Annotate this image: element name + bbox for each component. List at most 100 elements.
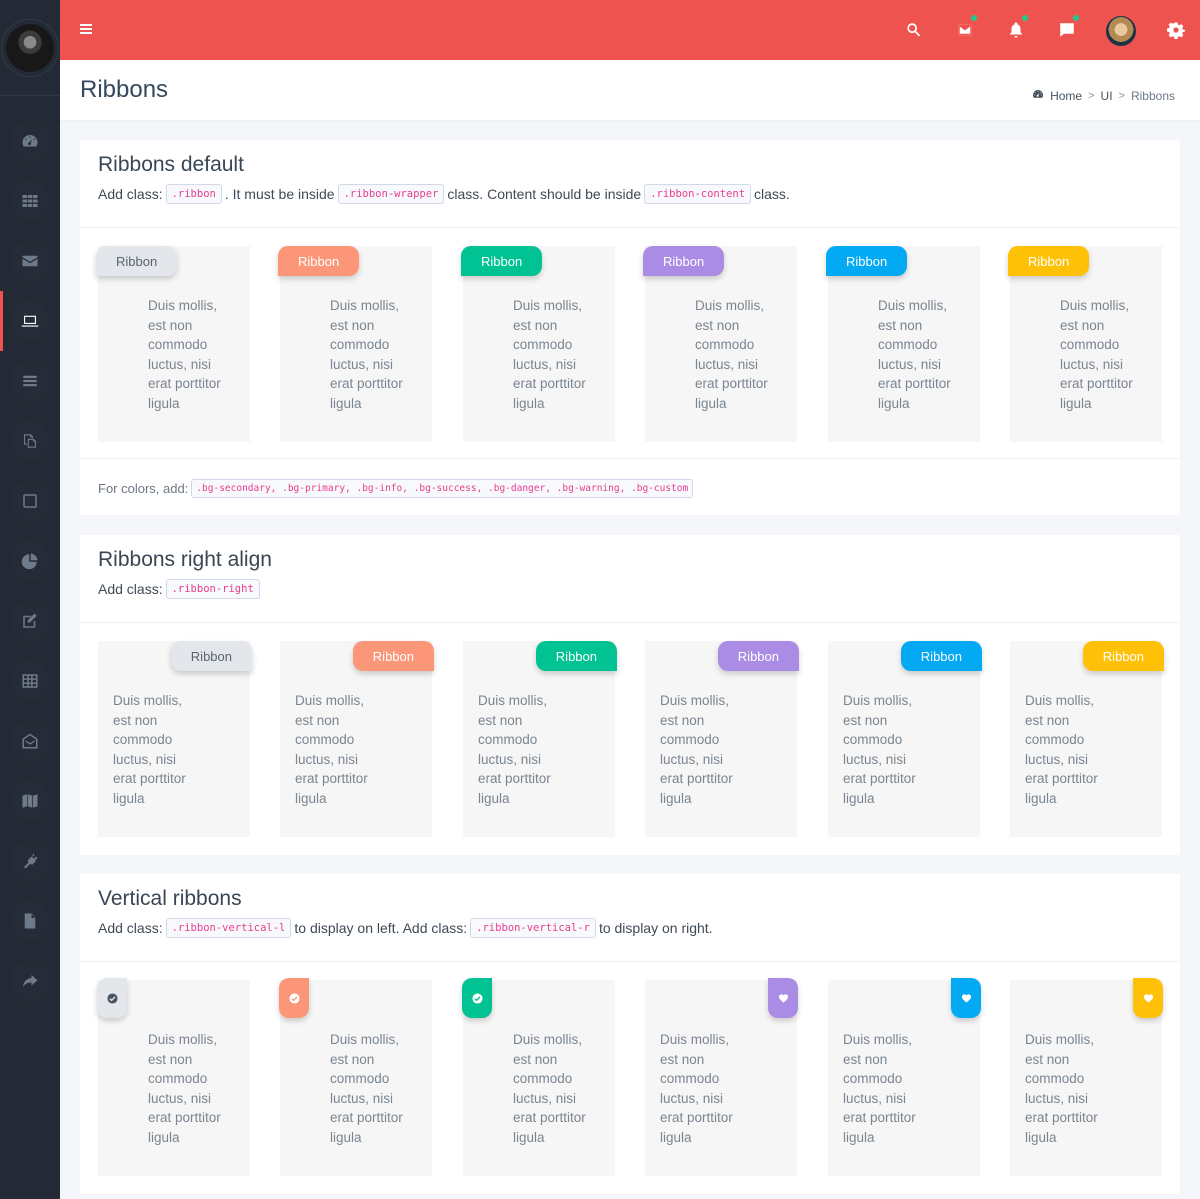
desc-text: class.	[754, 186, 790, 202]
content-line: commodo	[660, 1071, 720, 1087]
sidebar-icon-bg	[10, 121, 50, 161]
hamburger-icon[interactable]	[80, 24, 92, 36]
check-circle-icon	[471, 992, 483, 1004]
sidebar-item-plug[interactable]	[0, 831, 60, 891]
ribbon-content: Duis mollis, est non commodo luctus, nisi er…	[1025, 691, 1135, 809]
ribbon-content: Duis mollis, est non commodo luctus, nisi er…	[1060, 296, 1170, 414]
ribbon-primary: Ribbon	[278, 246, 360, 276]
content-line: est non	[878, 317, 923, 333]
gear-icon[interactable]	[1164, 18, 1188, 42]
ribbon-primary: Ribbon	[352, 641, 434, 671]
content-line: Duis mollis,	[1025, 1032, 1095, 1047]
sidebar-item-square[interactable]	[0, 471, 60, 531]
ribbon-wrapper: Ribbon Duis mollis, est non commodo luctus, …	[828, 641, 982, 837]
sidebar-item-list[interactable]	[0, 351, 60, 411]
code-snippet: .bg-secondary, .bg-primary, .bg-info, .b…	[191, 479, 694, 498]
ribbon-wrapper: Duis mollis, est non commodo luctus, nisi er…	[645, 978, 798, 1176]
plug-icon	[24, 853, 38, 869]
dashboard-icon	[1032, 88, 1044, 103]
content-line: erat porttitor	[330, 376, 403, 392]
content-line: luctus, nisi	[113, 751, 177, 767]
code-snippet: .ribbon-content	[644, 184, 752, 204]
envelope-icon	[22, 255, 38, 267]
ribbon-wrapper: Duis mollis, est non commodo luctus, nisi er…	[828, 978, 981, 1176]
sidebar	[0, 0, 60, 1199]
mail-notification-dot	[971, 15, 977, 21]
profile-avatar-ring[interactable]	[1, 18, 59, 77]
ribbon-wrapper: Ribbon Duis mollis, est non commodo luctus, …	[463, 641, 617, 837]
ribbon-wrapper: Ribbon Duis mollis, est non commodo luctus, …	[280, 641, 434, 837]
breadcrumb-ui[interactable]: UI	[1101, 89, 1113, 103]
content-line: erat porttitor	[660, 771, 733, 787]
ribbons-vertical-card: Vertical ribbons Add class: .ribbon-vert…	[80, 874, 1180, 1194]
sidebar-item-file[interactable]	[0, 891, 60, 951]
ribbon-content: Duis mollis, est non commodo luctus, nisi er…	[148, 1030, 258, 1148]
sidebar-item-envelope-open[interactable]	[0, 711, 60, 771]
sidebar-icon-bg	[10, 601, 50, 641]
sidebar-item-copy[interactable]	[0, 411, 60, 471]
vertical-ribbon-warning	[1133, 978, 1163, 1018]
content-line: ligula	[1025, 790, 1057, 806]
sidebar-item-laptop[interactable]	[0, 291, 60, 351]
breadcrumb-home[interactable]: Home	[1050, 89, 1082, 103]
content-line: erat porttitor	[513, 1110, 586, 1126]
ribbons-right-card: Ribbons right align Add class: .ribbon-r…	[80, 535, 1180, 855]
file-icon	[24, 913, 36, 929]
ribbon-wrapper: Ribbon Duis mollis, est non commodo luctus, …	[461, 246, 615, 442]
sidebar-icon-bg	[10, 421, 50, 461]
envelope-open-icon	[22, 733, 38, 749]
sidebar-item-envelope[interactable]	[0, 231, 60, 291]
user-avatar[interactable]	[1106, 16, 1136, 46]
sidebar-icon-bg	[10, 541, 50, 581]
sidebar-icon-bg	[10, 481, 50, 521]
content-line: Duis mollis,	[1025, 693, 1095, 708]
content-line: ligula	[843, 1129, 875, 1145]
content-line: ligula	[113, 790, 145, 806]
content-line: Duis mollis,	[330, 298, 400, 313]
content-line: est non	[1025, 712, 1070, 728]
content-line: est non	[1025, 1051, 1070, 1067]
sidebar-item-dashboard[interactable]	[0, 111, 60, 171]
desc-text: Add class:	[98, 581, 163, 597]
content-line: luctus, nisi	[330, 356, 394, 372]
bell-notification-dot	[1022, 15, 1028, 21]
content-line: ligula	[1060, 395, 1092, 411]
bell-icon[interactable]	[1004, 15, 1028, 42]
ribbon-wrapper: Duis mollis, est non commodo luctus, nisi er…	[97, 978, 250, 1176]
content-line: est non	[513, 1051, 558, 1067]
sidebar-icon-bg	[10, 361, 50, 401]
code-snippet: .ribbon-right	[165, 579, 260, 599]
ribbon-content: Duis mollis, est non commodo luctus, nisi er…	[660, 1030, 770, 1148]
content-line: luctus, nisi	[878, 356, 942, 372]
sidebar-icon-bg	[10, 841, 50, 881]
sidebar-item-map[interactable]	[0, 771, 60, 831]
sidebar-item-pie-chart[interactable]	[0, 531, 60, 591]
chat-icon[interactable]	[1055, 15, 1079, 42]
content-line: erat porttitor	[330, 1110, 403, 1126]
content-line: Duis mollis,	[295, 693, 365, 708]
sidebar-item-share[interactable]	[0, 951, 60, 1011]
content-line: est non	[330, 1051, 375, 1067]
ribbon-success: Ribbon	[461, 246, 543, 276]
content-line: est non	[295, 712, 340, 728]
sidebar-item-apps-grid[interactable]	[0, 171, 60, 231]
ribbon-wrapper: Duis mollis, est non commodo luctus, nisi er…	[279, 978, 432, 1176]
content-line: commodo	[295, 732, 355, 748]
content-line: luctus, nisi	[1025, 1090, 1089, 1106]
sidebar-item-table[interactable]	[0, 651, 60, 711]
mail-icon[interactable]	[953, 15, 977, 42]
ribbon-row: Ribbon Duis mollis, est non commodo luctus, …	[98, 641, 1164, 837]
content-line: est non	[148, 1051, 193, 1067]
edit-icon	[23, 613, 37, 628]
content-line: commodo	[878, 337, 938, 353]
content-line: luctus, nisi	[1060, 356, 1124, 372]
content-line: est non	[113, 712, 158, 728]
profile-avatar[interactable]	[6, 23, 54, 72]
breadcrumb: Home > UI > Ribbons	[1032, 88, 1175, 103]
sidebar-item-edit[interactable]	[0, 591, 60, 651]
sidebar-icon-bg	[10, 781, 50, 821]
content-line: commodo	[843, 1071, 903, 1087]
square-icon	[23, 494, 37, 508]
content-line: commodo	[1060, 337, 1120, 353]
search-icon[interactable]	[902, 18, 926, 42]
